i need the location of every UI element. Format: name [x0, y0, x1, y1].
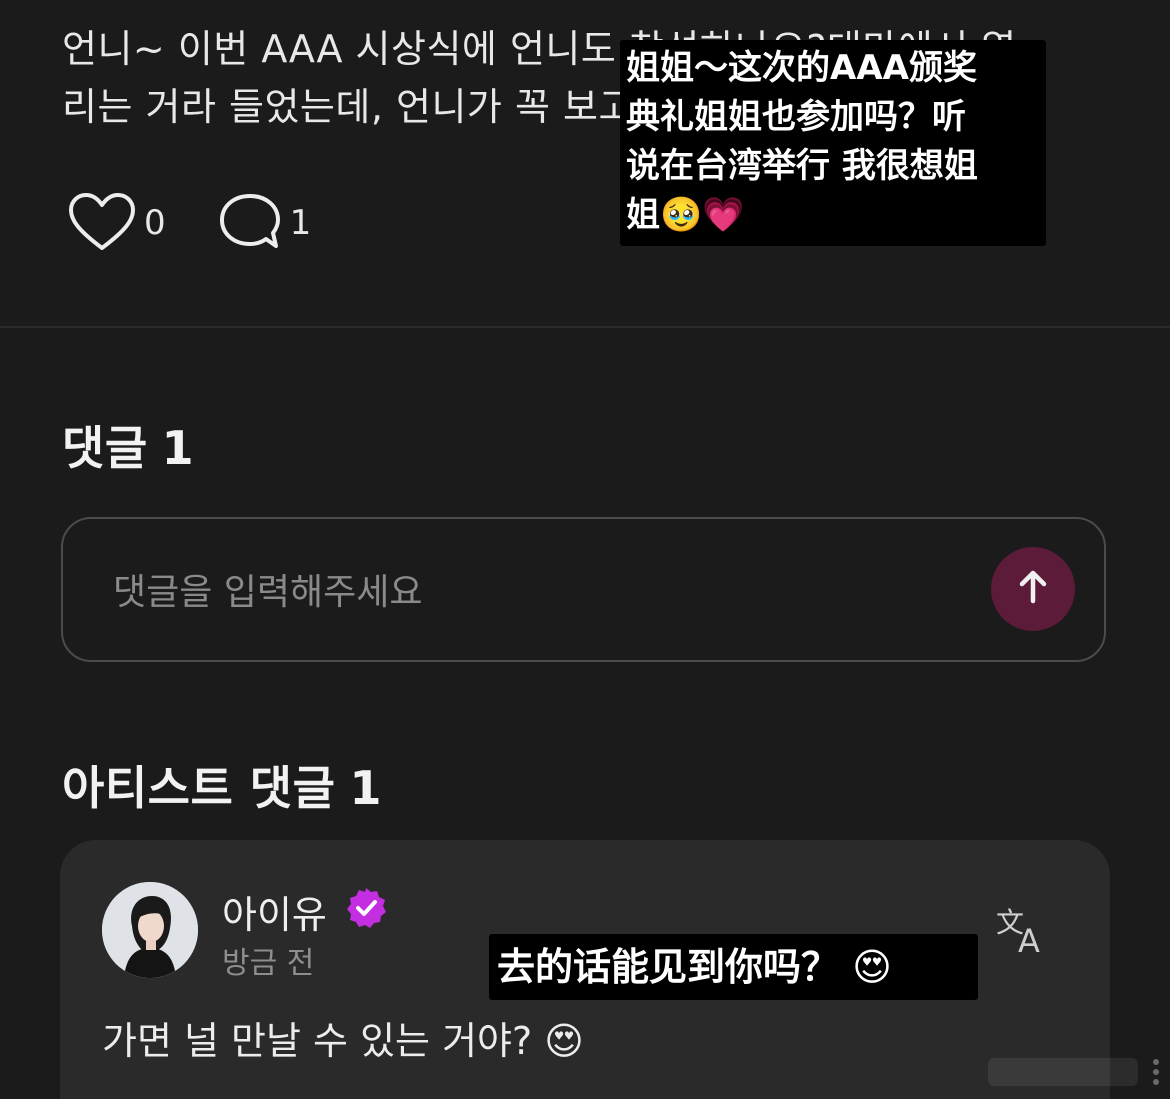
artist-comment-text: 가면 널 만날 수 있는 거야? 😍 [102, 1019, 584, 1063]
comments-title: 댓글 1 [62, 412, 194, 478]
like-button[interactable]: 0 [68, 192, 166, 254]
heart-icon [68, 192, 136, 254]
translation-line-1: 姐姐～这次的AAA颁奖 [626, 48, 977, 88]
like-count: 0 [144, 203, 166, 243]
comment-count: 1 [289, 203, 312, 243]
comment-input-box [61, 517, 1106, 662]
comment-input[interactable] [111, 563, 965, 621]
avatar[interactable] [102, 882, 198, 978]
translate-icon[interactable]: 文 A [994, 906, 1048, 960]
post-detail-page: 언니~ 이번 AAA 시상식에 언니도 참석하나요?대만에서 열 리는 거라 들… [0, 0, 1170, 1099]
artist-comments-title-label: 아티스트 댓글 [62, 761, 336, 815]
comment-author-name[interactable]: 아이유 [222, 884, 327, 939]
translation-line-4: 姐🥹💗 [626, 195, 745, 235]
arrow-up-icon [1013, 567, 1053, 611]
artist-comments-title-count: 1 [349, 761, 382, 815]
translation-caption-post: 姐姐～这次的AAA颁奖 典礼姐姐也参加吗？听 说在台湾举行 我很想姐 姐🥹💗 [620, 40, 1046, 246]
speech-bubble-icon [218, 192, 282, 254]
comment-count-button[interactable]: 1 [218, 192, 312, 254]
translation-line-2: 典礼姐姐也参加吗？听 [626, 97, 966, 137]
verified-badge-icon [344, 886, 388, 934]
comment-time: 방금 전 [222, 946, 315, 981]
comments-title-label: 댓글 [62, 421, 148, 475]
send-comment-button[interactable] [991, 547, 1075, 631]
section-divider [0, 326, 1170, 328]
watermark [986, 1052, 1170, 1092]
artist-comments-title: 아티스트 댓글 1 [62, 752, 382, 818]
svg-text:A: A [1018, 922, 1040, 956]
translation-line-3: 说在台湾举行 我很想姐 [626, 146, 978, 186]
comments-title-count: 1 [161, 421, 195, 475]
post-actions: 0 1 [68, 192, 363, 254]
translation-caption-reply: 去的话能见到你吗？ 😍 [489, 934, 978, 1000]
